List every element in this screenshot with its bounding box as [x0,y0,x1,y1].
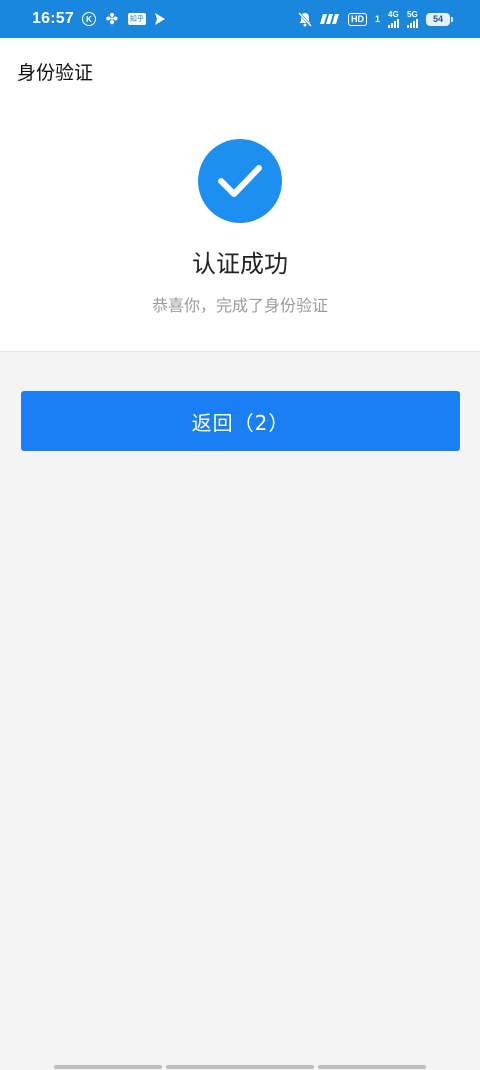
nav-hint-center [166,1065,314,1069]
sim1-network-label: 4G [388,10,399,19]
check-icon [198,139,282,223]
mute-bell-icon [298,11,312,27]
sim1-signal: 4G [388,10,399,28]
fan-icon: ✤ [105,9,119,28]
status-right: HD 1 4G 5G 54 [298,10,453,28]
status-left: 16:57 K ✤ 知乎 [32,10,166,28]
status-time: 16:57 [32,10,74,27]
status-bar: 16:57 K ✤ 知乎 HD 1 4G 5G 54 [0,0,480,38]
sim2-signal: 5G [407,10,418,28]
speed-icon [319,14,340,24]
nav-hint-left [54,1065,162,1069]
nav-hint-right [318,1065,426,1069]
back-button[interactable]: 返回（2） [21,391,460,451]
result-subtitle: 恭喜你，完成了身份验证 [151,296,328,315]
k-circle-icon: K [81,12,96,26]
hd-indicator: HD [347,12,367,26]
hd-sub: 1 [374,14,380,24]
battery-icon: 54 [426,12,453,26]
zhihu-icon: 知乎 [127,13,146,25]
sim2-network-label: 5G [407,10,418,19]
result-title: 认证成功 [192,250,288,278]
result-panel: 身份验证 认证成功 恭喜你，完成了身份验证 [0,38,480,352]
page-title: 身份验证 [17,62,94,84]
signal-icon [407,19,418,28]
signal-icon [388,19,399,28]
send-icon [154,12,166,26]
